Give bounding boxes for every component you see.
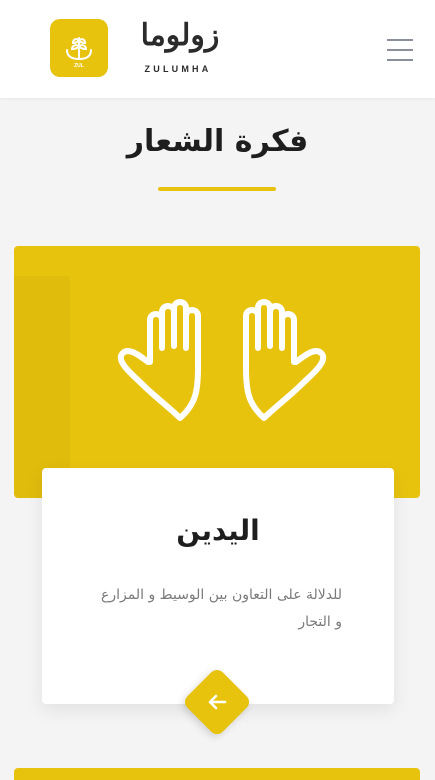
site-header: ZUL زولوما ZULUMHA [0,0,435,98]
hamburger-menu-icon [387,39,413,41]
logo-idea-banner [14,246,420,498]
next-card-button[interactable] [181,666,253,738]
logo-wordmark-latin: ZULUMHA [144,64,212,74]
card-title: اليدين [176,514,260,547]
hamburger-menu-button[interactable] [385,38,415,62]
title-underline [158,187,276,191]
raised-hands-icon [117,299,327,421]
wheat-hands-logo-icon: ZUL [66,37,92,69]
logo-badge[interactable]: ZUL [50,19,108,77]
next-card-banner [14,768,420,780]
card-description: للدلالة على التعاون بين الوسيط و المزارع… [101,587,342,630]
svg-text:ZUL: ZUL [74,63,84,69]
arrow-left-icon [208,694,227,710]
section-title: فكرة الشعار [126,124,309,159]
logo-wordmark-arabic: زولوما [140,18,220,53]
